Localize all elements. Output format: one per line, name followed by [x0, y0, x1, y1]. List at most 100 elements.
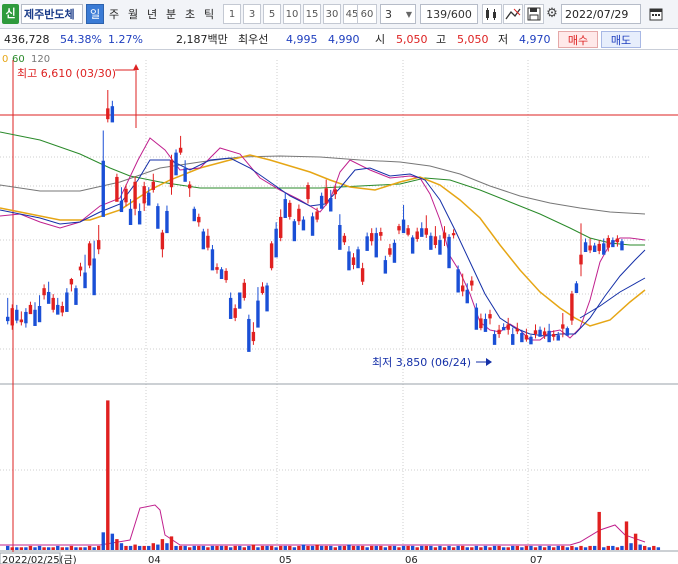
- volume-bar: [101, 532, 105, 550]
- candle-body: [15, 309, 19, 321]
- best-bid-price: 4,990: [328, 33, 360, 46]
- volume-bar: [69, 545, 74, 550]
- volume-bar: [624, 521, 629, 550]
- drawing-icon[interactable]: [503, 4, 523, 24]
- volume-bar: [438, 545, 442, 550]
- candle-body: [556, 335, 560, 341]
- volume-bar: [160, 539, 165, 550]
- credit-badge[interactable]: 신: [2, 4, 19, 24]
- volume-bar: [192, 545, 196, 550]
- volume-bar: [579, 545, 583, 550]
- interval-select[interactable]: 3 ▼: [380, 4, 416, 24]
- low-annotation: 최저 3,850 (06/24): [372, 356, 492, 369]
- candle-body: [174, 152, 178, 176]
- interval-5-button[interactable]: 5: [263, 4, 281, 24]
- candle-body: [178, 147, 183, 153]
- candle-body: [520, 333, 524, 343]
- volume-bar: [401, 545, 406, 550]
- candle-body: [119, 200, 124, 213]
- volume-bar: [37, 545, 42, 550]
- high-annotation-label: 최고 6,610 (03/30): [17, 67, 116, 80]
- candle-body: [356, 249, 360, 269]
- candle-body: [397, 226, 401, 231]
- candle-body: [124, 188, 128, 203]
- volume-bar: [183, 545, 187, 550]
- volume-bar: [592, 545, 597, 550]
- turnover-rate: 54.38%: [60, 33, 102, 46]
- interval-1-button[interactable]: 1: [223, 4, 241, 24]
- volume-bar: [228, 547, 233, 550]
- candle-body: [228, 297, 233, 319]
- volume-bar: [365, 547, 369, 550]
- volume-bar: [319, 545, 324, 550]
- data-count-field[interactable]: 139/600: [420, 4, 478, 24]
- volume-bar: [451, 547, 456, 550]
- period-year-tab[interactable]: 년: [143, 4, 161, 24]
- date-field[interactable]: 2022/07/29: [561, 4, 641, 24]
- candle-body: [33, 309, 37, 326]
- volume-bar: [351, 545, 356, 550]
- x-axis-label-start: 2022/02/25(금): [2, 554, 77, 564]
- sell-button[interactable]: 매도: [601, 31, 641, 48]
- volume-bar: [46, 547, 51, 550]
- stock-name-field[interactable]: 제주반도체: [21, 4, 83, 24]
- candle-body: [319, 195, 324, 209]
- price-chart[interactable]: 0 60 120 최고 6,610 (03/30) 최저 3,850 (06/2…: [0, 50, 678, 564]
- volume-bar: [288, 545, 292, 550]
- interval-60-button[interactable]: 60: [357, 4, 377, 24]
- period-minute-tab[interactable]: 분: [162, 4, 180, 24]
- volume-bar: [137, 545, 142, 550]
- candle-body: [169, 160, 174, 188]
- period-week-tab[interactable]: 주: [105, 4, 123, 24]
- period-tick-tab[interactable]: 틱: [200, 4, 218, 24]
- volume-bar: [242, 547, 246, 550]
- volume-bar: [283, 545, 287, 550]
- candle-body: [533, 330, 538, 335]
- candle-body: [501, 327, 506, 331]
- candle-body: [497, 329, 501, 335]
- candle-body: [492, 334, 497, 345]
- volume-bar: [652, 545, 656, 550]
- candle-body: [451, 233, 456, 236]
- candle-body: [456, 269, 460, 293]
- period-month-tab[interactable]: 월: [124, 4, 142, 24]
- volume-bar: [201, 545, 206, 550]
- interval-3-button[interactable]: 3: [243, 4, 261, 24]
- volume-bar: [370, 545, 374, 550]
- candle-body: [506, 324, 510, 330]
- trade-amount: 2,187백만: [176, 33, 228, 46]
- volume-bar: [174, 545, 178, 550]
- period-second-tab[interactable]: 초: [181, 4, 199, 24]
- volume-bar: [83, 547, 87, 550]
- indicator-icon[interactable]: [482, 4, 502, 24]
- volume-bar: [156, 544, 160, 550]
- candle-body: [283, 199, 287, 218]
- candle-body: [324, 188, 328, 204]
- candle-body: [156, 206, 160, 229]
- candle-body: [347, 251, 351, 271]
- candle-body: [60, 306, 64, 313]
- interval-15-button[interactable]: 15: [303, 4, 321, 24]
- candle-body: [479, 318, 483, 329]
- interval-30-button[interactable]: 30: [323, 4, 341, 24]
- calendar-icon[interactable]: [641, 4, 671, 24]
- candle-body: [406, 228, 410, 235]
- buy-button[interactable]: 매수: [558, 31, 598, 48]
- interval-10-button[interactable]: 10: [283, 4, 301, 24]
- volume-bar: [147, 545, 151, 550]
- candle-body: [233, 308, 237, 318]
- volume-bar: [360, 545, 365, 550]
- volume-bar: [210, 545, 215, 550]
- save-icon[interactable]: [524, 4, 544, 24]
- period-day-tab[interactable]: 일: [86, 4, 104, 24]
- candle-body: [74, 288, 78, 305]
- settings-icon[interactable]: ⚙: [545, 4, 559, 24]
- volume-bar: [574, 547, 579, 550]
- candle-body: [265, 285, 269, 312]
- candle-body: [51, 297, 55, 310]
- volume-bar: [356, 545, 360, 550]
- candle-body: [374, 233, 378, 258]
- volume-bar: [497, 545, 501, 550]
- volume-bar: [260, 545, 265, 550]
- ma-10-line: [0, 157, 646, 337]
